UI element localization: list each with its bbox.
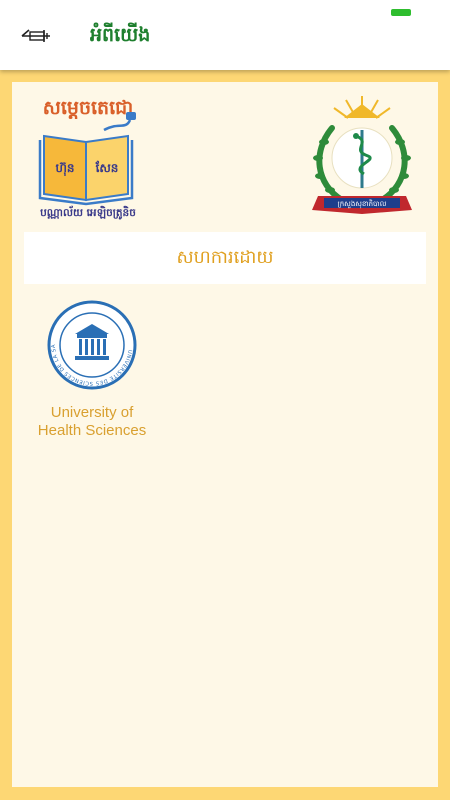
- back-arrow-icon: [21, 29, 50, 42]
- content-panel: សម្តេចតេជោ ហ៊ុន សែន បណ្ណាល័យ អេឡិចត្រូនិ…: [12, 82, 438, 787]
- logo-top-text: សម្តេចតេជោ: [43, 97, 133, 119]
- partner-name: University of Health Sciences: [37, 404, 147, 439]
- ministry-of-health-emblem: ក្រសួងសុខាភិបាល: [302, 92, 422, 220]
- battery-icon: [391, 9, 411, 16]
- back-button[interactable]: [16, 22, 56, 50]
- uhs-seal-icon: UNIVERSITE DES SCIENCES DE LA SANTE: [47, 300, 137, 390]
- samdech-techo-library-logo: សម្តេចតេជោ ហ៊ុន សែន បណ្ណាល័យ អេឡិចត្រូនិ…: [26, 92, 150, 220]
- section-header: សហការដោយ: [24, 232, 426, 284]
- section-title: សហការដោយ: [176, 246, 274, 268]
- logo-bottom-text: បណ្ណាល័យ អេឡិចត្រូនិច: [40, 205, 136, 220]
- partner-item-uhs[interactable]: UNIVERSITE DES SCIENCES DE LA SANTE Univ…: [32, 300, 152, 440]
- emblem-ribbon-text: ក្រសួងសុខាភិបាល: [338, 199, 387, 209]
- logo-book-right-text: សែន: [95, 160, 119, 175]
- page-title: អំពីយើង: [90, 24, 151, 46]
- app-bar: អំពីយើង: [0, 0, 450, 70]
- logo-book-left-text: ហ៊ុន: [55, 161, 74, 177]
